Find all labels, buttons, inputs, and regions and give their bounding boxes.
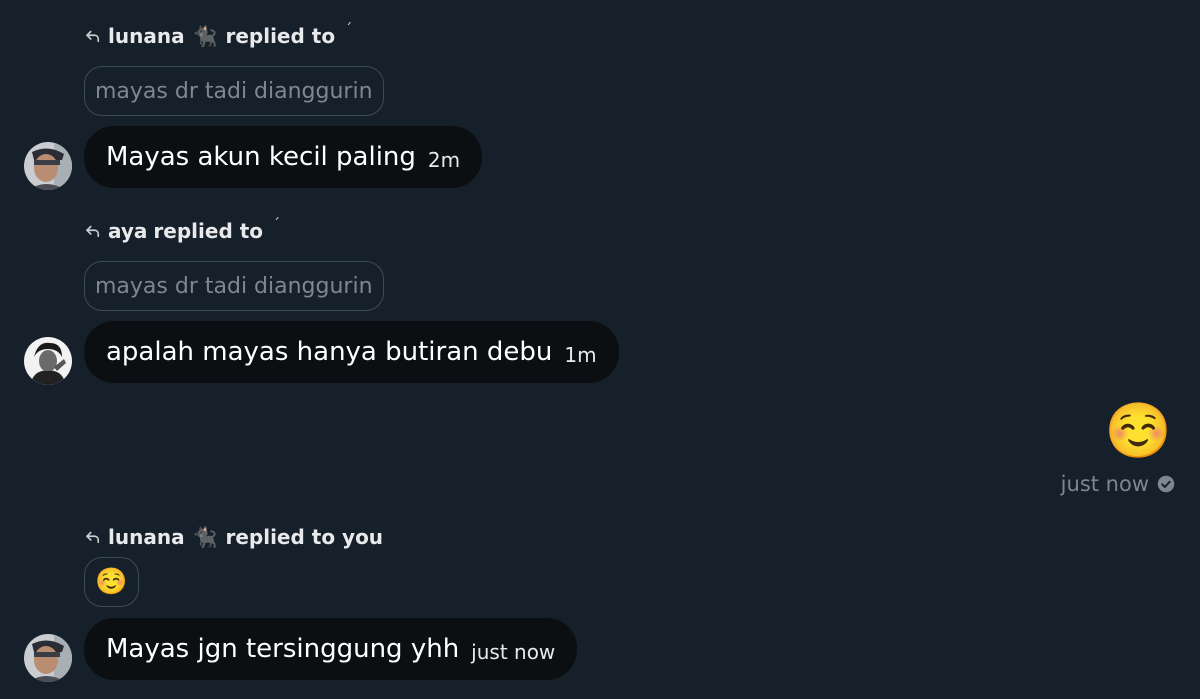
avatar[interactable] xyxy=(24,337,72,385)
reply-action-label: replied to xyxy=(225,24,336,48)
reply-action-label: replied to you xyxy=(225,525,384,549)
quoted-message[interactable]: mayas dr tadi dianggurin xyxy=(84,66,384,116)
reply-header: lunana 🐈‍⬛ replied to you xyxy=(84,525,383,549)
cat-emoji-icon: 🐈‍⬛ xyxy=(192,24,218,48)
quoted-emoji: ☺️ xyxy=(95,567,128,597)
check-circle-icon xyxy=(1157,475,1175,493)
message-text: Mayas jgn tersinggung yhh xyxy=(106,634,460,664)
reply-header: aya replied to ˊ xyxy=(84,217,281,243)
reply-arrow-icon xyxy=(84,528,102,546)
message-bubble[interactable]: apalah mayas hanya butiran debu 1m xyxy=(84,321,619,383)
quoted-message[interactable]: ☺️ xyxy=(84,557,139,607)
reply-sender-name[interactable]: aya xyxy=(108,219,147,243)
quoted-message[interactable]: mayas dr tadi dianggurin xyxy=(84,261,384,311)
reply-target-mark: ˊ xyxy=(273,217,281,233)
message-text: Mayas akun kecil paling xyxy=(106,142,416,172)
sent-timestamp: just now xyxy=(1060,472,1149,496)
sent-emoji-message[interactable]: ☺️ xyxy=(1105,404,1172,458)
reply-arrow-icon xyxy=(84,27,102,45)
avatar[interactable] xyxy=(24,634,72,682)
cat-emoji-icon: 🐈‍⬛ xyxy=(192,525,218,549)
reply-sender-name[interactable]: lunana xyxy=(108,24,185,48)
reply-action-label: replied to xyxy=(153,219,264,243)
quoted-message-text: mayas dr tadi dianggurin xyxy=(95,273,373,299)
reply-target-mark: ˊ xyxy=(345,22,353,38)
message-text: apalah mayas hanya butiran debu xyxy=(106,337,553,367)
message-timestamp: 1m xyxy=(564,343,597,367)
reply-arrow-icon xyxy=(84,222,102,240)
sent-status: just now xyxy=(1061,472,1175,496)
message-timestamp: just now xyxy=(471,640,556,664)
quoted-message-text: mayas dr tadi dianggurin xyxy=(95,78,373,104)
message-timestamp: 2m xyxy=(427,148,461,172)
message-bubble[interactable]: Mayas akun kecil paling 2m xyxy=(84,126,483,188)
avatar[interactable] xyxy=(24,142,72,190)
message-bubble[interactable]: Mayas jgn tersinggung yhh just now xyxy=(84,618,578,680)
reply-header: lunana 🐈‍⬛ replied to ˊ xyxy=(84,22,353,48)
reply-sender-name[interactable]: lunana xyxy=(108,525,185,549)
